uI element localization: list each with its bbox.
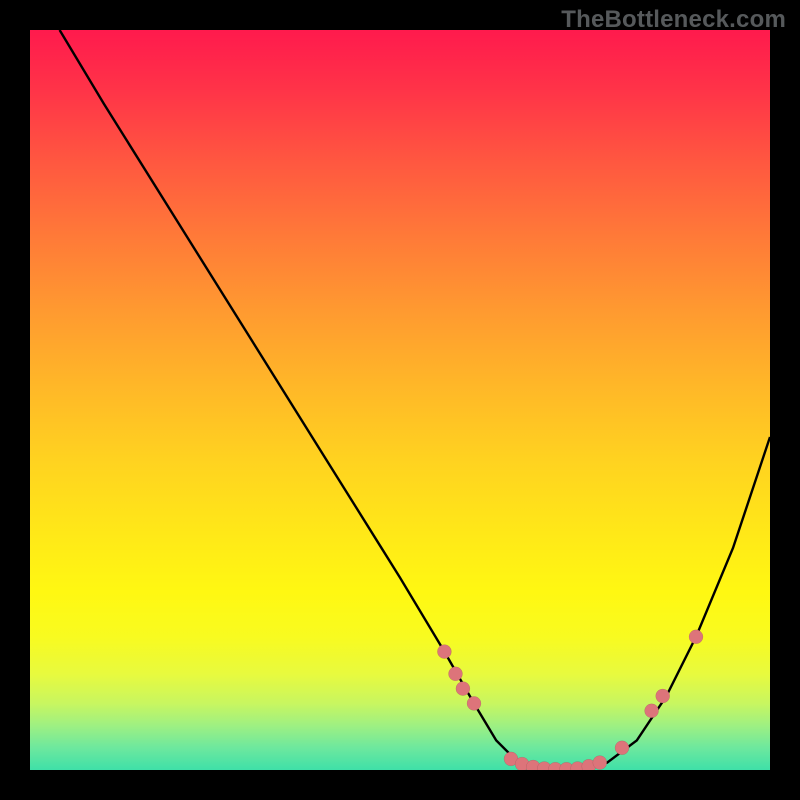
data-marker	[437, 645, 451, 659]
data-marker	[467, 696, 481, 710]
chart-container: TheBottleneck.com	[0, 0, 800, 800]
data-marker	[449, 667, 463, 681]
data-marker	[689, 630, 703, 644]
data-marker	[645, 704, 659, 718]
marker-group	[437, 630, 703, 770]
data-marker	[593, 756, 607, 770]
data-marker	[456, 682, 470, 696]
data-marker	[656, 689, 670, 703]
curve-overlay	[30, 30, 770, 770]
bottleneck-curve	[60, 30, 770, 770]
data-marker	[615, 741, 629, 755]
plot-area	[30, 30, 770, 770]
